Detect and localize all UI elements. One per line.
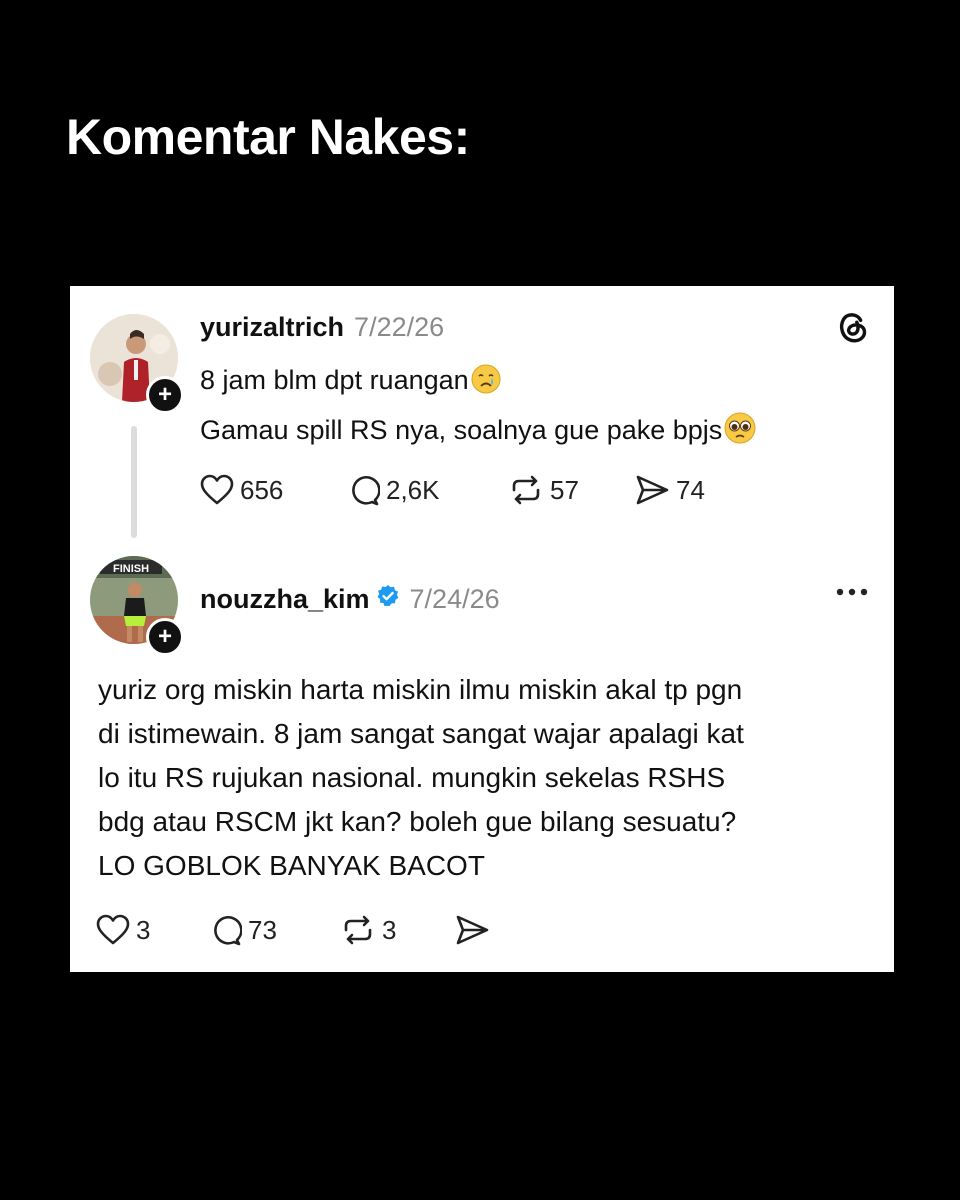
post-actions: 656 2,6K 57 74 [200, 474, 705, 506]
post-header: nouzzha_kim 7/24/26 [200, 584, 500, 615]
threads-icon[interactable] [834, 308, 872, 346]
post-text: 8 jam blm dpt ruangan [200, 365, 469, 395]
post-text-line: Gamau spill RS nya, soalnya gue pake bpj… [200, 412, 756, 446]
repost-icon [512, 475, 540, 505]
post-header: yurizaltrich 7/22/26 [200, 312, 444, 343]
share-icon [636, 475, 669, 505]
reply-count: 73 [248, 914, 277, 945]
repost-button[interactable]: 3 [340, 914, 454, 946]
share-icon [456, 915, 489, 945]
repost-button[interactable]: 57 [508, 474, 634, 506]
heart-icon [200, 474, 234, 505]
threads-screenshot-card: + yurizaltrich 7/22/26 8 jam blm dpt rua… [70, 286, 894, 972]
post-date: 7/22/26 [354, 312, 445, 342]
repost-count: 57 [550, 474, 579, 505]
reply-button[interactable]: 2,6K [348, 474, 508, 506]
like-count: 3 [136, 914, 151, 945]
like-count: 656 [240, 474, 284, 505]
like-button[interactable]: 3 [96, 914, 210, 946]
repost-icon [344, 915, 372, 945]
share-button[interactable]: 74 [634, 474, 705, 506]
post-body-line: di istimewain. 8 jam sangat sangat wajar… [98, 718, 744, 749]
comment-icon [214, 916, 242, 946]
reply-button[interactable]: 73 [210, 914, 340, 946]
follow-plus-icon[interactable]: + [146, 376, 184, 414]
post-body-line: LO GOBLOK BANYAK BACOT [98, 850, 485, 881]
more-icon[interactable] [834, 586, 870, 598]
heart-icon [96, 914, 130, 945]
post-body-line: lo itu RS rujukan nasional. mungkin seke… [98, 762, 726, 793]
share-button[interactable] [454, 914, 496, 946]
verified-badge-icon [377, 585, 398, 606]
post-actions: 3 73 3 [96, 914, 496, 946]
post-body-line: bdg atau RSCM jkt kan? boleh gue bilang … [98, 806, 737, 837]
share-count: 74 [676, 474, 705, 505]
post-text: Gamau spill RS nya, soalnya gue pake bpj… [200, 415, 723, 445]
thread-connector-line [131, 426, 137, 538]
page-title: Komentar Nakes: [66, 109, 470, 165]
username[interactable]: yurizaltrich [200, 312, 344, 343]
post-body-line: yuriz org miskin harta miskin ilmu miski… [98, 674, 743, 705]
avatar-badge-text: FINISH [113, 563, 149, 575]
post-date: 7/24/26 [409, 584, 500, 614]
username[interactable]: nouzzha_kim [200, 584, 370, 615]
like-button[interactable]: 656 [200, 474, 348, 506]
follow-plus-icon[interactable]: + [146, 618, 184, 656]
repost-count: 3 [382, 914, 397, 945]
pleading-face-emoji-icon [724, 412, 756, 444]
comment-icon [352, 476, 380, 506]
crying-face-emoji-icon [471, 364, 501, 394]
post-text-line: 8 jam blm dpt ruangan [200, 364, 501, 396]
reply-count: 2,6K [386, 474, 440, 505]
